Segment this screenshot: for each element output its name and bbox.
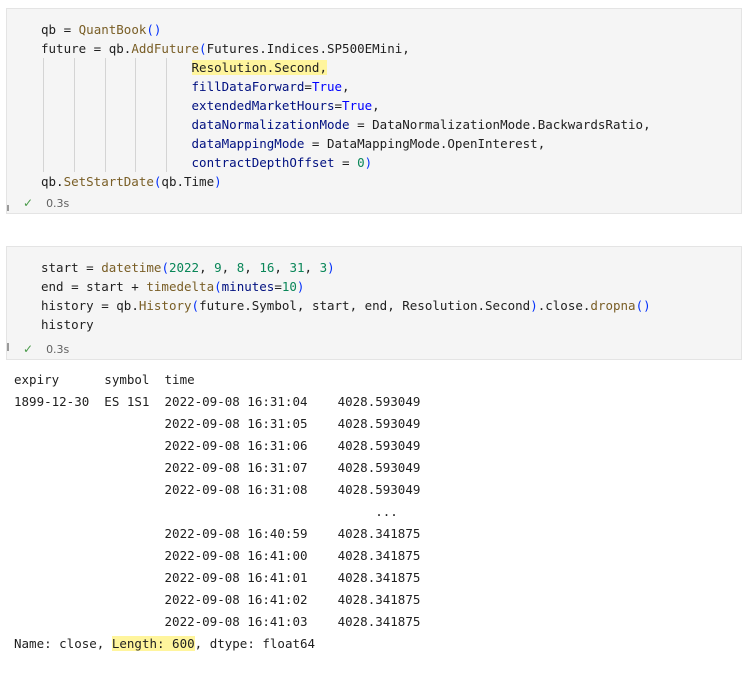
code-editor[interactable]: qb = QuantBook() future = qb.AddFuture(F…	[41, 20, 651, 191]
execution-status: ✓ 0.3s	[23, 341, 69, 357]
code-line: dataMappingMode = DataMappingMode.OpenIn…	[191, 136, 546, 151]
checkmark-icon: ✓	[23, 196, 34, 210]
output-header: expiry symbol time	[14, 372, 195, 387]
execution-time: 0.3s	[46, 196, 70, 210]
code-line: fillDataForward=True,	[191, 79, 350, 94]
highlighted-length: Length: 600	[111, 636, 195, 651]
output-row: 2022-09-08 16:41:00 4028.341875	[14, 548, 421, 563]
output-row: 2022-09-08 16:40:59 4028.341875	[14, 526, 421, 541]
highlighted-resolution-arg: Resolution.Second,	[191, 60, 327, 75]
cell-output: expiry symbol time 1899-12-30 ES 1S1 202…	[14, 369, 420, 655]
execution-status: ✓ 0.3s	[23, 195, 69, 211]
output-row: 2022-09-08 16:31:06 4028.593049	[14, 438, 421, 453]
code-line: Resolution.Second,	[41, 60, 327, 75]
output-footer: Name: close, Length: 600, dtype: float64	[14, 636, 316, 651]
code-line: future = qb.AddFuture(Futures.Indices.SP…	[41, 41, 410, 56]
code-line: end = start + timedelta(minutes=10)	[41, 279, 305, 294]
code-line: dataNormalizationMode = DataNormalizatio…	[191, 117, 651, 132]
output-row: 2022-09-08 16:41:01 4028.341875	[14, 570, 421, 585]
output-row: 2022-09-08 16:31:07 4028.593049	[14, 460, 421, 475]
code-editor[interactable]: start = datetime(2022, 9, 8, 16, 31, 3) …	[41, 258, 651, 334]
output-ellipsis: ...	[14, 504, 398, 519]
checkmark-icon: ✓	[23, 342, 34, 356]
cell-edge-marker	[7, 343, 9, 351]
execution-time: 0.3s	[46, 342, 70, 356]
output-row: 2022-09-08 16:31:08 4028.593049	[14, 482, 421, 497]
code-line: qb.SetStartDate(qb.Time)	[41, 174, 222, 189]
output-row: 1899-12-30 ES 1S1 2022-09-08 16:31:04 40…	[14, 394, 421, 409]
output-row: 2022-09-08 16:41:03 4028.341875	[14, 614, 421, 629]
code-line: history = qb.History(future.Symbol, star…	[41, 298, 651, 313]
code-line: history	[41, 317, 94, 332]
cell-edge-marker	[7, 205, 9, 211]
output-row: 2022-09-08 16:41:02 4028.341875	[14, 592, 421, 607]
code-line: qb = QuantBook()	[41, 22, 162, 37]
code-cell-2[interactable]: start = datetime(2022, 9, 8, 16, 31, 3) …	[6, 246, 742, 360]
output-row: 2022-09-08 16:31:05 4028.593049	[14, 416, 421, 431]
code-line: extendedMarketHours=True,	[191, 98, 380, 113]
code-line: contractDepthOffset = 0)	[191, 155, 373, 170]
code-cell-1[interactable]: qb = QuantBook() future = qb.AddFuture(F…	[6, 8, 742, 214]
code-line: start = datetime(2022, 9, 8, 16, 31, 3)	[41, 260, 335, 275]
